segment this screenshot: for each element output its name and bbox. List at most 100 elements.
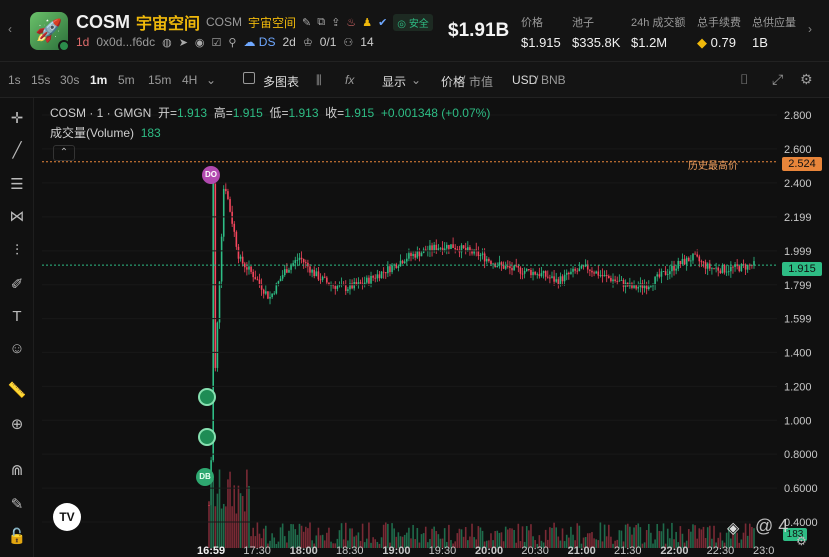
volume-bar	[283, 536, 286, 548]
candle-body	[593, 272, 595, 274]
candle-body	[387, 266, 389, 274]
edit-icon[interactable]: ✎	[302, 16, 311, 29]
volume-bar	[549, 527, 551, 548]
candle-body	[336, 285, 339, 289]
volume-bar	[742, 532, 745, 548]
timezone-settings-icon[interactable]: ⚙	[796, 534, 807, 548]
ruler-icon[interactable]: 📏	[6, 380, 28, 402]
crown-icon: ♔	[302, 36, 313, 49]
marker-buy-1[interactable]	[198, 388, 216, 406]
display-dropdown-icon[interactable]: ⌄	[411, 73, 421, 87]
contract-address[interactable]: 0x0d...f6dc	[96, 35, 155, 49]
globe-icon[interactable]: ◍	[162, 36, 172, 49]
volume-bar	[368, 522, 370, 548]
tradingview-logo[interactable]: TV	[53, 503, 81, 531]
candle-body	[485, 258, 488, 262]
quote-usd[interactable]: USD	[512, 73, 537, 87]
camera-icon[interactable]: ⌷	[740, 71, 748, 88]
volume-bar	[246, 469, 248, 548]
crosshair-icon[interactable]: ✛	[6, 108, 28, 130]
collapse-legend-button[interactable]: ⌃	[53, 145, 75, 161]
interval-4h[interactable]: 4H	[182, 73, 197, 87]
magnet-icon[interactable]: ⋒	[6, 460, 28, 482]
candle-body	[725, 271, 728, 273]
copy-icon[interactable]: ⧉	[317, 16, 325, 29]
fib-icon[interactable]: ⫶	[6, 240, 28, 262]
candle-body	[378, 274, 381, 279]
candle-body	[347, 289, 349, 291]
marker-buy-2[interactable]	[198, 428, 216, 446]
token-name: 宇宙空间	[136, 16, 201, 33]
website-icon[interactable]: ◉	[195, 36, 205, 49]
token-symbol: COSM	[76, 11, 130, 32]
interval-dropdown-icon[interactable]: ⌄	[206, 73, 216, 87]
lock-icon[interactable]: 🔓	[6, 526, 28, 548]
candle-body	[666, 274, 669, 275]
volume-bar	[656, 524, 659, 548]
interval-15s[interactable]: 15s	[31, 73, 50, 87]
volume-bar	[216, 493, 219, 548]
display-menu[interactable]: 显示	[382, 73, 406, 90]
text-tool-icon[interactable]: T	[6, 306, 28, 328]
candle-body	[269, 296, 271, 299]
candle-body	[700, 261, 703, 263]
candle-body	[429, 245, 431, 251]
y-tick-label: 1.200	[784, 381, 812, 393]
candle-body	[683, 258, 686, 265]
collapse-left-icon[interactable]: ‹	[8, 22, 12, 36]
candle-body	[220, 236, 223, 282]
interval-15m[interactable]: 15m	[148, 73, 171, 87]
candle-type-icon[interactable]: ⫼	[316, 73, 322, 88]
stat-supply: 总供应量 1B	[752, 14, 796, 50]
search-icon[interactable]: ⚲	[228, 36, 236, 49]
candle-body	[658, 274, 661, 277]
fullscreen-icon[interactable]: ⤢	[772, 71, 783, 88]
volume-bar	[456, 533, 459, 548]
multi-chart-label[interactable]: 多图表	[263, 73, 299, 90]
quote-bnb[interactable]: BNB	[541, 73, 566, 87]
interval-1m[interactable]: 1m	[90, 73, 107, 87]
candle-body	[296, 260, 299, 261]
y-tick-label: 1.799	[784, 280, 812, 292]
candle-body	[372, 275, 374, 278]
lock-drawing-icon[interactable]: ✎	[6, 494, 28, 516]
drawing-toolbar: ✛ ╱ ☰ ⋈ ⫶ ✐ T ☺ 📏 ⊕ ⋒ ✎ 🔓	[0, 98, 34, 557]
candle-body	[656, 274, 659, 277]
pattern-icon[interactable]: ⋈	[6, 206, 28, 228]
interval-1s[interactable]: 1s	[8, 73, 21, 87]
brush-icon[interactable]: ✐	[6, 274, 28, 296]
candle-body	[709, 263, 711, 269]
candle-body	[243, 263, 246, 268]
share-icon[interactable]: ⇪	[331, 16, 340, 29]
candle-body	[271, 293, 273, 297]
mcap-toggle[interactable]: 市值	[469, 73, 493, 90]
collapse-right-icon[interactable]: ›	[808, 22, 812, 36]
candle-body	[717, 267, 720, 271]
candle-body	[694, 253, 696, 255]
zoom-in-icon[interactable]: ⊕	[6, 414, 28, 436]
indicators-icon[interactable]: fx	[345, 73, 354, 87]
volume-bar	[281, 523, 284, 548]
y-tick-label: 0.6000	[784, 483, 818, 495]
volume-bar	[462, 536, 465, 548]
high-label: 高=	[213, 106, 233, 120]
marker-db[interactable]: DB	[196, 468, 214, 486]
interval-5m[interactable]: 5m	[118, 73, 135, 87]
volume-bar	[603, 524, 606, 548]
interval-30s[interactable]: 30s	[60, 73, 79, 87]
marker-do[interactable]: DO	[202, 166, 220, 184]
y-tick-label: 1.999	[784, 246, 812, 258]
candle-body	[507, 266, 509, 267]
edit-square-icon[interactable]: ☑	[212, 36, 222, 49]
volume-bar	[517, 523, 520, 548]
multi-chart-checkbox[interactable]	[243, 72, 255, 84]
emoji-icon[interactable]: ☺	[6, 338, 28, 360]
volume-bar	[555, 527, 558, 548]
volume-bar	[515, 542, 518, 548]
candle-body	[509, 266, 511, 269]
dexscreener-badge[interactable]: ☁ DS	[243, 35, 275, 49]
trend-line-icon[interactable]: ╱	[6, 140, 28, 162]
telegram-icon[interactable]: ➤	[179, 36, 188, 49]
horizontal-lines-icon[interactable]: ☰	[6, 174, 28, 196]
settings-gear-icon[interactable]: ⚙	[800, 71, 813, 88]
